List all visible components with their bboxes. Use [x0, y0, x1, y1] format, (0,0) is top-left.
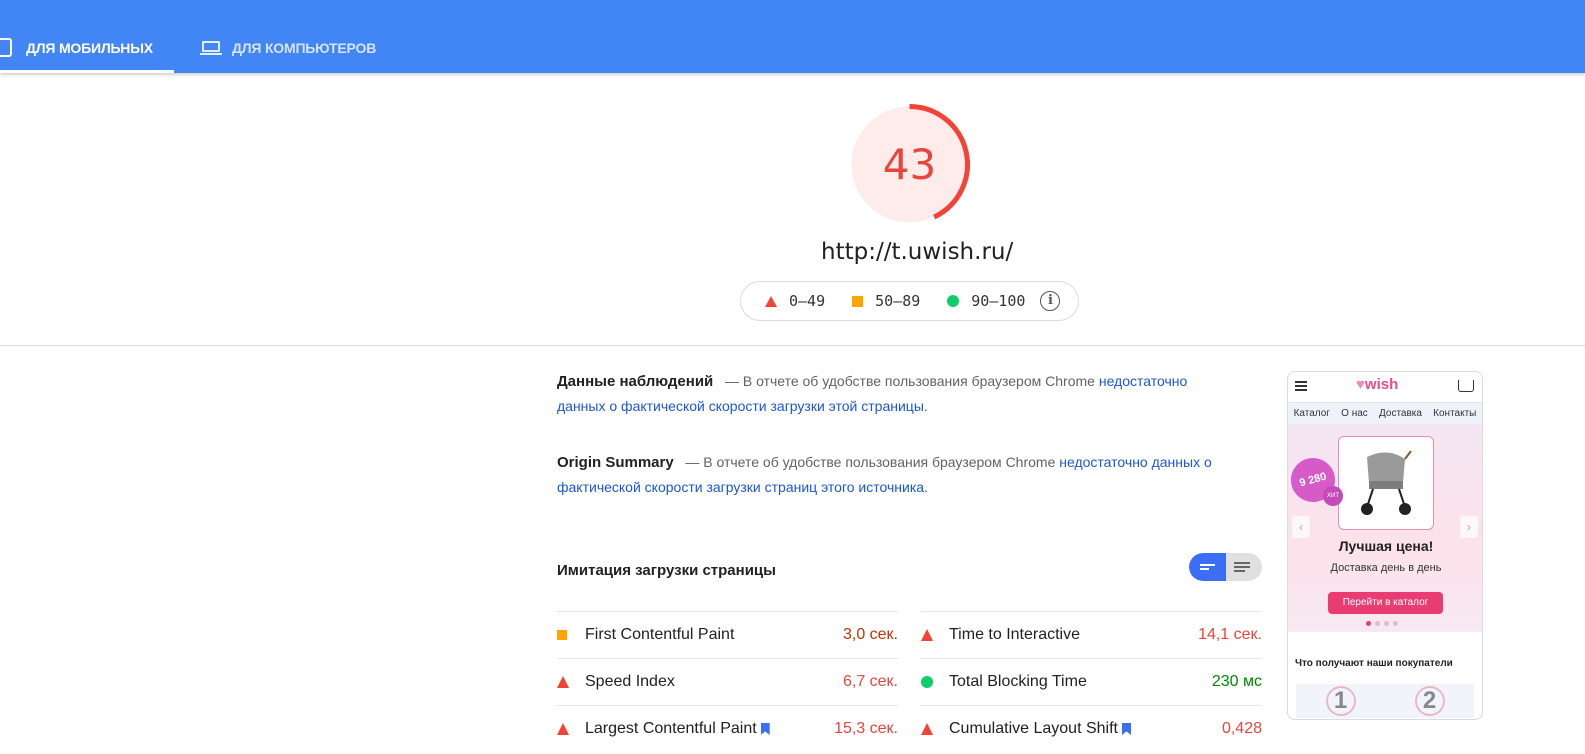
legend-fail: 0–49: [765, 292, 825, 310]
metric-speed-index[interactable]: Speed Index 6,7 сек.: [557, 658, 898, 705]
cart-icon: [1458, 380, 1474, 392]
screenshot-hero: 9 280 ХИТ ‹ › Лучшая цена! Доставка день…: [1288, 424, 1482, 632]
feature-number: 1: [1325, 686, 1356, 716]
metric-label: Largest Contentful Paint: [585, 720, 757, 737]
hero-subtitle: Доставка день в день: [1330, 562, 1442, 574]
tab-mobile[interactable]: ДЛЯ МОБИЛЬНЫХ: [0, 30, 174, 73]
square-icon: [557, 630, 567, 640]
laptop-icon: [200, 41, 222, 55]
triangle-icon: [921, 723, 933, 735]
performance-score: 43: [882, 140, 937, 189]
metric-cumulative-layout-shift[interactable]: Cumulative Layout Shift 0,428: [921, 705, 1262, 752]
legend-average-label: 50–89: [875, 292, 921, 310]
legend-average: 50–89: [852, 292, 920, 310]
legend-fail-label: 0–49: [789, 292, 826, 310]
report-header: ДЛЯ МОБИЛЬНЫХ ДЛЯ КОМПЬЮТЕРОВ: [0, 0, 1585, 73]
metric-value: 230 мс: [1211, 673, 1262, 690]
chevron-right-icon: ›: [1460, 516, 1478, 538]
metric-value: 14,1 сек.: [1198, 626, 1262, 643]
metric-value: 6,7 сек.: [842, 673, 898, 690]
final-screenshot: ♥wish Каталог О нас Доставка Контакты 9 …: [1287, 371, 1483, 720]
tab-desktop-label: ДЛЯ КОМПЬЮТЕРОВ: [232, 40, 377, 56]
menu-icon: [1295, 381, 1307, 391]
product-image: [1338, 436, 1434, 530]
metric-label: Cumulative Layout Shift: [949, 720, 1118, 737]
triangle-icon: [765, 295, 777, 307]
square-icon: [852, 295, 864, 307]
metric-first-contentful-paint[interactable]: First Contentful Paint 3,0 сек.: [557, 611, 898, 658]
feature-number: 2: [1414, 686, 1445, 716]
triangle-icon: [557, 676, 569, 688]
origin-summary-title: Origin Summary: [557, 454, 674, 471]
metric-value: 15,3 сек.: [834, 720, 898, 737]
triangle-icon: [921, 629, 933, 641]
metric-largest-contentful-paint[interactable]: Largest Contentful Paint 15,3 сек.: [557, 705, 898, 752]
screenshot-logo: ♥wish: [1356, 376, 1399, 393]
metric-label: Speed Index: [585, 673, 675, 690]
screenshot-nav-item: О нас: [1341, 408, 1368, 419]
tab-mobile-label: ДЛЯ МОБИЛЬНЫХ: [26, 40, 153, 56]
lab-data-title: Имитация загрузки страницы: [557, 562, 776, 579]
stroller-icon: [1361, 450, 1412, 515]
metric-label: First Contentful Paint: [585, 626, 735, 643]
screenshot-header: ♥wish: [1288, 372, 1482, 402]
bookmark-icon: [1121, 723, 1131, 735]
legend-pass-label: 90–100: [971, 292, 1026, 310]
screenshot-nav-item: Каталог: [1293, 408, 1330, 419]
metrics-view-toggle[interactable]: [1189, 553, 1262, 581]
compact-view-button[interactable]: [1189, 553, 1226, 581]
divider: [0, 345, 1585, 346]
features-title: Что получают наши покупатели: [1295, 658, 1453, 669]
circle-icon: [947, 295, 960, 307]
hit-badge: ХИТ: [1323, 486, 1343, 506]
circle-icon: [921, 676, 933, 688]
metric-time-to-interactive[interactable]: Time to Interactive 14,1 сек.: [921, 611, 1262, 658]
metric-total-blocking-time[interactable]: Total Blocking Time 230 мс: [921, 658, 1262, 705]
score-legend: 0–49 50–89 90–100 i: [740, 281, 1079, 321]
phone-icon: [0, 38, 12, 57]
screenshot-nav-item: Доставка: [1379, 408, 1422, 419]
legend-pass: 90–100: [947, 292, 1025, 310]
metric-value: 3,0 сек.: [842, 626, 898, 643]
metric-label: Total Blocking Time: [949, 673, 1087, 690]
catalog-button: Перейти в каталог: [1328, 592, 1443, 614]
features-numbers: 1 2: [1296, 684, 1474, 718]
carousel-dots: [1366, 621, 1398, 626]
field-data-section: Данные наблюдений — В отчете об удобстве…: [557, 369, 1217, 419]
tab-desktop[interactable]: ДЛЯ КОМПЬЮТЕРОВ: [200, 30, 376, 73]
screenshot-nav: Каталог О нас Доставка Контакты: [1288, 402, 1482, 424]
triangle-icon: [557, 723, 569, 735]
origin-summary-section: Origin Summary — В отчете об удобстве по…: [557, 450, 1217, 500]
hero-title: Лучшая цена!: [1338, 538, 1434, 554]
page-url: http://t.uwish.ru/: [821, 239, 1014, 265]
info-icon[interactable]: i: [1040, 291, 1061, 311]
field-data-title: Данные наблюдений: [557, 373, 714, 390]
chevron-left-icon: ‹: [1292, 516, 1310, 538]
screenshot-nav-item: Контакты: [1433, 408, 1477, 419]
metric-value: 0,428: [1221, 720, 1262, 737]
origin-summary-text: — В отчете об удобстве пользования брауз…: [685, 454, 1056, 470]
metric-label: Time to Interactive: [949, 626, 1081, 643]
bookmark-icon: [760, 723, 770, 735]
field-data-text: — В отчете об удобстве пользования брауз…: [724, 373, 1095, 389]
expanded-view-icon[interactable]: [1234, 562, 1250, 564]
